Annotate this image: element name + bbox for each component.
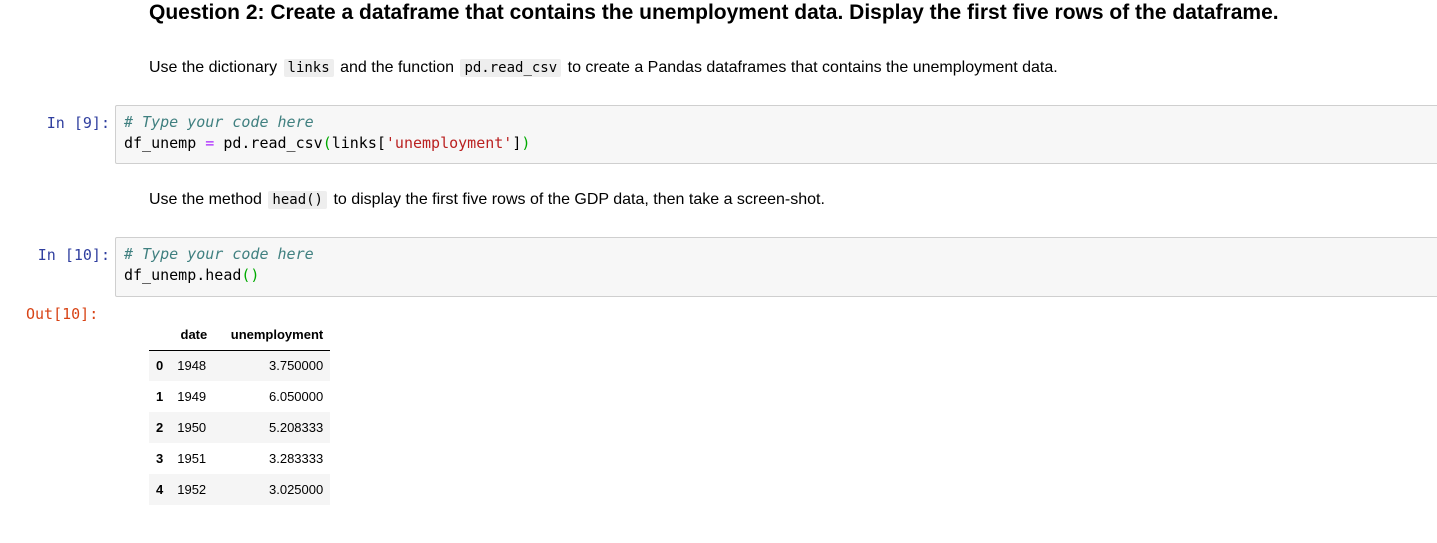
cell-date: 1951 (177, 451, 207, 466)
code-variable: df_unemp (124, 134, 197, 152)
instruction-read-csv: Use the dictionary links and the functio… (149, 57, 1058, 79)
column-header-unemployment: unemployment (214, 320, 331, 351)
code-call: pd.read_csv (223, 134, 323, 152)
code-cell-10[interactable]: # Type your code here df_unemp.head() (115, 237, 1437, 297)
code-operator: = (205, 134, 215, 152)
code-comment: # Type your code here (124, 113, 314, 131)
inline-code-read-csv: pd.read_csv (460, 59, 562, 77)
inline-code-links: links (283, 59, 334, 77)
cell-date: 1950 (177, 420, 207, 435)
cell-unemployment: 3.283333 (269, 451, 324, 466)
code-paren: () (241, 266, 260, 284)
instruction-text: to create a Pandas dataframes that conta… (567, 59, 1058, 76)
instruction-text: Use the dictionary (149, 59, 278, 76)
row-index: 4 (156, 482, 164, 497)
question-heading: Question 2: Create a dataframe that cont… (149, 1, 1279, 24)
row-index: 1 (156, 389, 164, 404)
cell-date: 1949 (177, 389, 207, 404)
table-row: 4 1952 3.025000 (149, 474, 331, 505)
cell-unemployment: 5.208333 (269, 420, 324, 435)
output-prompt-10: Out[10]: (26, 305, 99, 323)
column-header-index (149, 320, 171, 351)
code-paren: ( (322, 134, 332, 152)
inline-code-head: head() (268, 191, 327, 209)
cell-date: 1948 (177, 358, 207, 374)
row-index: 3 (156, 451, 164, 466)
table-row: 2 1950 5.208333 (149, 412, 331, 443)
cell-date: 1952 (177, 482, 207, 497)
table-row: 3 1951 3.283333 (149, 443, 330, 474)
input-prompt-9: In [9]: (46, 114, 110, 132)
code-arg: links[ (331, 134, 386, 152)
code-string: 'unemployment' (385, 134, 513, 152)
table-row: 0 1948 3.750000 (149, 350, 331, 381)
code-call: df_unemp.head (124, 266, 242, 284)
input-prompt-10: In [10]: (37, 246, 110, 264)
instruction-text: to display the first five rows of the GD… (333, 191, 825, 208)
dataframe-table: date unemployment 0 1948 3.750000 1 1949… (149, 320, 331, 505)
instruction-head: Use the method head() to display the fir… (149, 189, 825, 211)
table-header-row: date unemployment (149, 320, 331, 351)
code-cell-9[interactable]: # Type your code here df_unemp = pd.read… (115, 105, 1437, 164)
table-row: 1 1949 6.050000 (149, 381, 330, 412)
row-index: 0 (156, 358, 164, 374)
instruction-text: and the function (340, 59, 454, 76)
cell-unemployment: 3.750000 (269, 358, 324, 374)
instruction-text: Use the method (149, 191, 262, 208)
cell-unemployment: 6.050000 (269, 389, 324, 404)
code-paren: ) (521, 134, 531, 152)
code-comment: # Type your code here (124, 245, 314, 263)
column-header-date: date (170, 320, 215, 351)
row-index: 2 (156, 420, 164, 435)
cell-unemployment: 3.025000 (269, 482, 324, 497)
